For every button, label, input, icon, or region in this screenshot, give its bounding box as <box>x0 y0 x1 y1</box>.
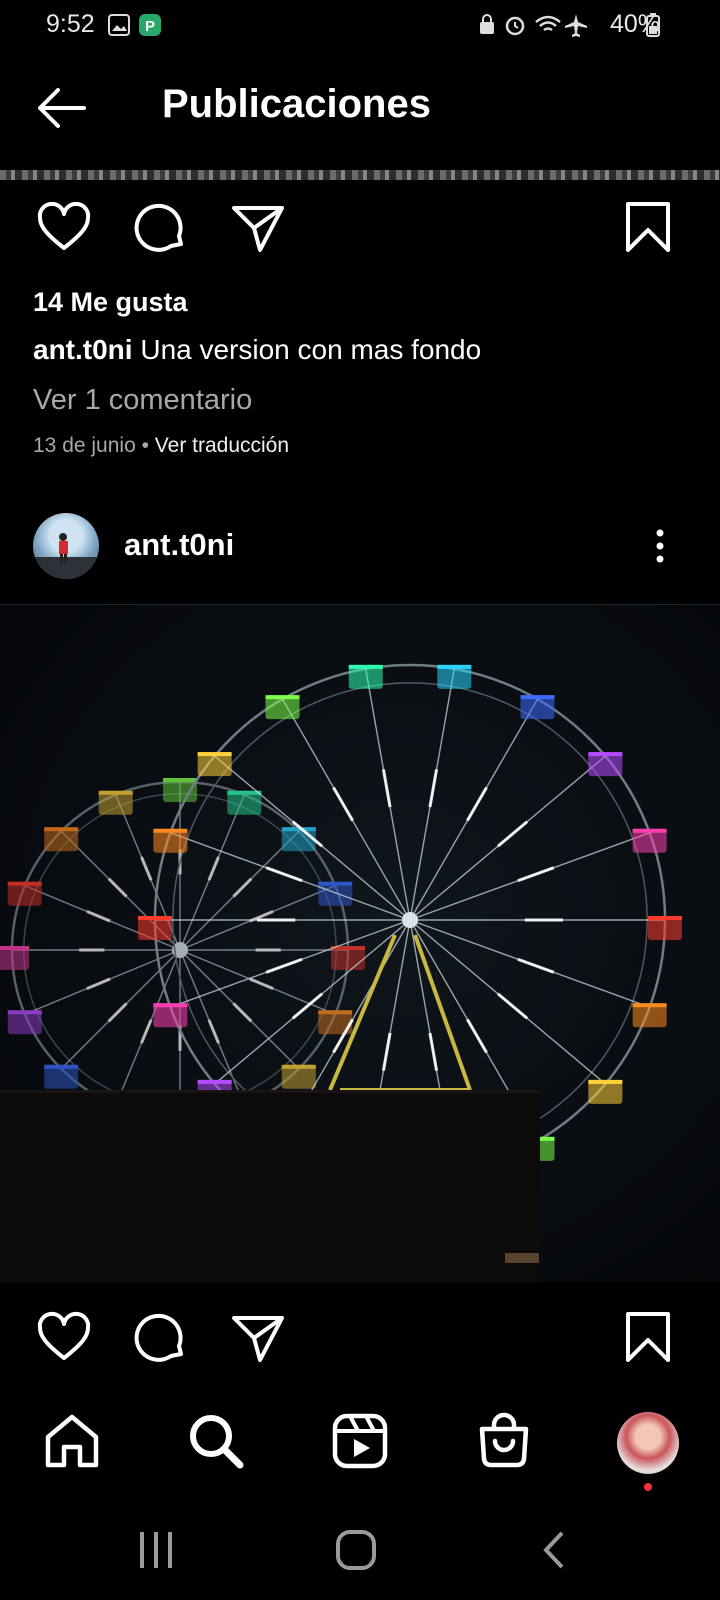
like-button[interactable] <box>36 1310 92 1366</box>
likes-count[interactable]: 14 Me gusta <box>33 287 188 318</box>
caption-username[interactable]: ant.t0ni <box>33 334 133 365</box>
front-wheel-gondola-light <box>588 752 623 757</box>
lock-icon <box>480 14 494 34</box>
comment-button[interactable] <box>133 200 189 256</box>
more-options-button[interactable] <box>656 528 672 568</box>
back-wheel-gondola-light <box>7 1010 42 1015</box>
battery-icon <box>646 13 660 37</box>
back-wheel-gondola-light <box>163 778 197 782</box>
recents-icon[interactable] <box>136 1530 176 1570</box>
front-wheel-gondola-light <box>197 1079 232 1084</box>
bookmark-icon <box>626 202 670 252</box>
svg-text:P: P <box>145 18 155 35</box>
back-wheel-gondola-light <box>318 1010 353 1015</box>
bottom-nav <box>0 1385 720 1485</box>
caption-text: Una version con mas fondo <box>132 334 482 365</box>
front-wheel-gondola-light <box>265 695 300 700</box>
back-wheel-gondola-light <box>318 881 353 886</box>
search-icon <box>190 1415 244 1469</box>
comment-button[interactable] <box>133 1310 189 1366</box>
back-wheel-gondola-light <box>44 1064 79 1069</box>
post-image[interactable] <box>0 605 720 1282</box>
more-vertical-icon <box>656 529 664 563</box>
wifi-icon <box>535 15 561 32</box>
share-button[interactable] <box>230 200 286 256</box>
front-wheel-gondola-light <box>648 916 682 920</box>
back-wheel-gondola-light <box>98 790 133 795</box>
reels-icon <box>332 1413 388 1469</box>
notification-dot <box>644 1483 652 1491</box>
gallery-icon <box>108 14 130 36</box>
front-wheel-gondola-light <box>138 916 172 920</box>
front-wheel-gondola-light <box>588 1079 623 1084</box>
comment-icon <box>134 203 183 252</box>
previous-post-image[interactable] <box>0 170 720 180</box>
front-wheel-gondola-light <box>632 1003 667 1008</box>
front-wheel-gondola-light <box>348 664 383 669</box>
post-caption: ant.t0ni Una version con mas fondo <box>33 334 481 366</box>
front-wheel-gondola-light <box>153 1003 188 1008</box>
heart-icon <box>37 1311 91 1360</box>
back-button[interactable] <box>34 84 90 132</box>
bookmark-button[interactable] <box>620 200 676 256</box>
nav-home[interactable] <box>42 1411 102 1471</box>
front-wheel-gondola-light <box>153 828 188 833</box>
front-wheel-hub <box>402 912 418 928</box>
comment-icon <box>134 1313 183 1362</box>
post-date: 13 de junio <box>33 434 136 457</box>
avatar[interactable] <box>33 513 99 579</box>
bookmark-button[interactable] <box>620 1310 676 1366</box>
nav-shop[interactable] <box>474 1411 534 1471</box>
nav-search[interactable] <box>186 1411 246 1471</box>
back-chevron-icon[interactable] <box>540 1530 570 1570</box>
share-icon <box>232 206 284 252</box>
back-wheel-gondola-light <box>44 827 79 832</box>
back-wheel-gondola-light <box>0 946 29 950</box>
post-meta: 13 de junio • Ver traducción <box>33 434 289 458</box>
status-time: 9:52 <box>46 10 95 38</box>
front-wheel-gondola-light <box>520 695 555 700</box>
system-nav <box>0 1520 720 1580</box>
heart-icon <box>37 201 91 250</box>
profile-avatar[interactable] <box>617 1412 679 1474</box>
airplane-icon <box>565 14 587 37</box>
app-icon: P <box>139 14 161 36</box>
share-button[interactable] <box>230 1310 286 1366</box>
home-circle-icon[interactable] <box>334 1528 378 1572</box>
post-username[interactable]: ant.t0ni <box>124 527 234 563</box>
nav-reels[interactable] <box>330 1411 390 1471</box>
front-wheel-gondola-light <box>632 828 667 833</box>
see-translation-link[interactable]: Ver traducción <box>155 434 289 457</box>
back-wheel-gondola-light <box>7 881 42 886</box>
alarm-icon <box>505 16 525 36</box>
shop-icon <box>479 1412 529 1468</box>
home-icon <box>45 1414 99 1468</box>
bookmark-icon <box>626 1312 670 1362</box>
ferris-wheel-photo <box>0 605 720 1282</box>
page-title: Publicaciones <box>162 82 431 126</box>
front-wheel-gondola-light <box>437 664 472 669</box>
arrow-left-icon <box>38 88 86 128</box>
share-icon <box>232 1316 284 1362</box>
status-bar: 9:52 P 40% <box>0 0 720 52</box>
like-button[interactable] <box>36 200 92 256</box>
front-wheel-gondola-light <box>197 752 232 757</box>
meta-separator: • <box>135 434 155 457</box>
view-comments-link[interactable]: Ver 1 comentario <box>33 384 252 417</box>
back-wheel-gondola-light <box>281 1064 316 1069</box>
